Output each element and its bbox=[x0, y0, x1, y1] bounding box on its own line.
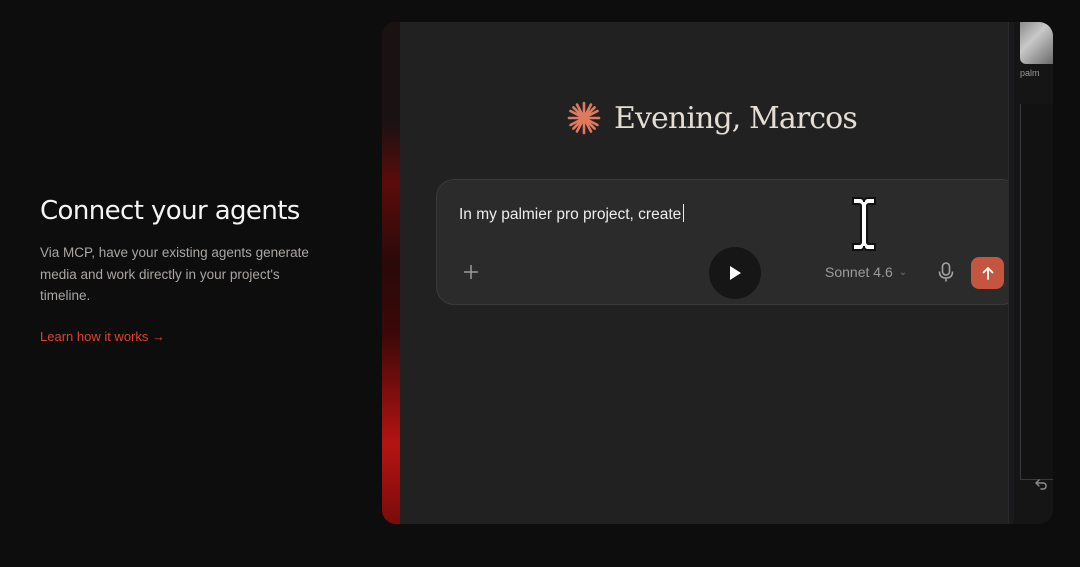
hero-heading: Connect your agents bbox=[40, 196, 300, 226]
send-button[interactable] bbox=[971, 257, 1004, 289]
undo-icon[interactable] bbox=[1031, 474, 1051, 494]
microphone-icon bbox=[938, 262, 954, 282]
prompt-input[interactable]: In my palmier pro project, create bbox=[459, 204, 685, 224]
greeting-text: Evening, Marcos bbox=[614, 100, 858, 136]
learn-how-link[interactable]: Learn how it works → bbox=[40, 329, 165, 344]
text-caret bbox=[683, 204, 685, 222]
chat-panel: Evening, Marcos In my palmier pro projec… bbox=[400, 22, 1020, 524]
model-label: Sonnet 4.6 bbox=[825, 264, 893, 280]
prompt-composer[interactable]: In my palmier pro project, create Sonnet… bbox=[436, 179, 1020, 305]
hero-description: Via MCP, have your existing agents gener… bbox=[40, 245, 309, 303]
play-button[interactable] bbox=[709, 247, 761, 299]
voice-input-button[interactable] bbox=[935, 260, 957, 284]
arrow-up-icon bbox=[982, 267, 993, 280]
media-sidebar: palm bbox=[1014, 22, 1053, 524]
play-icon bbox=[730, 266, 741, 280]
text-cursor-icon bbox=[852, 197, 876, 251]
media-thumbnail-label: palm bbox=[1020, 68, 1040, 78]
media-thumbnail[interactable] bbox=[1020, 22, 1053, 64]
video-edge-strip bbox=[382, 22, 400, 524]
model-selector[interactable]: Sonnet 4.6 ⌄ bbox=[825, 264, 907, 280]
plus-icon bbox=[464, 265, 478, 279]
spark-icon bbox=[567, 101, 601, 135]
chevron-down-icon: ⌄ bbox=[898, 266, 908, 278]
add-attachment-button[interactable] bbox=[459, 260, 483, 284]
app-preview-window: Evening, Marcos In my palmier pro projec… bbox=[382, 22, 1053, 524]
greeting: Evening, Marcos bbox=[566, 100, 858, 136]
prompt-value: In my palmier pro project, create bbox=[459, 206, 682, 223]
sidebar-panel bbox=[1020, 104, 1053, 480]
hero-section: Connect your agents Via MCP, have your e… bbox=[40, 196, 340, 346]
